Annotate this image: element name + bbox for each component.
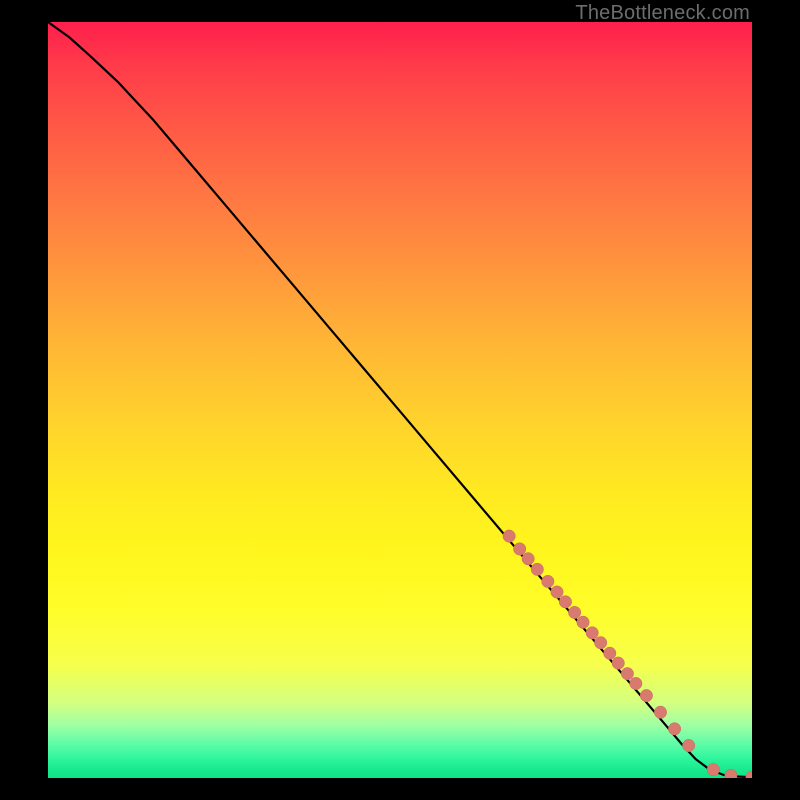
marker-dot <box>746 771 752 778</box>
highlighted-points <box>503 530 752 778</box>
marker-dot <box>542 575 554 587</box>
marker-dot <box>668 723 680 735</box>
marker-dot <box>654 706 666 718</box>
marker-dot <box>604 647 616 659</box>
marker-dot <box>568 606 580 618</box>
marker-dot <box>682 739 694 751</box>
marker-dot <box>559 596 571 608</box>
marker-dot <box>594 636 606 648</box>
plot-area <box>48 22 752 778</box>
marker-dot <box>513 543 525 555</box>
marker-dot <box>577 616 589 628</box>
marker-dot <box>612 657 624 669</box>
marker-dot <box>503 530 515 542</box>
chart-svg <box>48 22 752 778</box>
marker-dot <box>725 769 737 778</box>
marker-dot <box>640 689 652 701</box>
marker-dot <box>707 763 719 775</box>
marker-dot <box>630 677 642 689</box>
marker-dot <box>586 627 598 639</box>
marker-dot <box>551 586 563 598</box>
bottleneck-curve <box>48 22 752 777</box>
marker-dot <box>531 563 543 575</box>
chart-container: TheBottleneck.com <box>0 0 800 800</box>
curve-path <box>48 22 752 777</box>
marker-dot <box>522 553 534 565</box>
marker-dot <box>621 667 633 679</box>
